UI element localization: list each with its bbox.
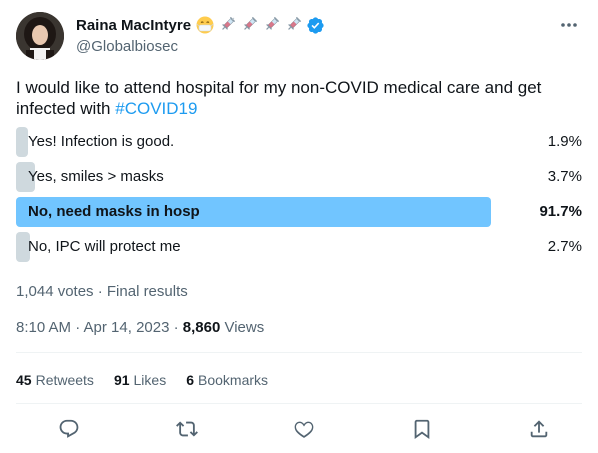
tweet-action-bar	[16, 413, 582, 445]
tweet-body: I would like to attend hospital for my n…	[16, 78, 542, 118]
avatar[interactable]	[16, 12, 64, 60]
bookmarks-stat[interactable]: 6 Bookmarks	[186, 372, 268, 388]
retweets-count: 45	[16, 372, 32, 388]
poll-option-percent: 91.7%	[539, 203, 582, 220]
mask-face-emoji-icon	[195, 15, 215, 35]
more-options-icon[interactable]	[558, 16, 580, 34]
syringe-emoji-icon	[217, 15, 237, 35]
likes-count: 91	[113, 372, 130, 388]
poll-option-percent: 2.7%	[547, 238, 582, 255]
reply-icon	[59, 419, 79, 438]
syringe-emoji-icon	[239, 15, 259, 35]
retweet-icon	[175, 421, 198, 437]
bookmarks-count: 6	[186, 372, 194, 388]
poll-option-label: No, need masks in hosp	[28, 203, 200, 220]
views-label: Views	[220, 319, 265, 336]
tweet-text: I would like to attend hospital for my n…	[16, 77, 582, 119]
divider	[16, 403, 582, 404]
engagement-stats: 45 Retweets 91 Likes 6 Bookmarks	[16, 372, 268, 388]
syringe-emoji-icon	[283, 15, 303, 35]
tweet-header: Raina MacIntyre @Globalbiosec	[16, 12, 582, 62]
poll-option-label: Yes! Infection is good.	[28, 133, 175, 150]
retweets-label: Retweets	[35, 372, 94, 388]
poll-option-label: No, IPC will protect me	[28, 238, 181, 255]
author-handle[interactable]: @Globalbiosec	[76, 38, 325, 55]
hashtag-link[interactable]: #COVID19	[115, 99, 197, 118]
poll-option-label: Yes, smiles > masks	[28, 168, 164, 185]
poll-results-meta: 1,044 votes · Final results	[16, 283, 188, 300]
like-icon	[294, 421, 314, 438]
likes-label: Likes	[133, 372, 167, 388]
bookmark-button[interactable]	[405, 412, 439, 446]
poll: Yes! Infection is good. 1.9% Yes, smiles…	[16, 127, 582, 267]
poll-option-percent: 3.7%	[547, 168, 582, 185]
views-count: 8,860	[182, 319, 221, 336]
tweet-timestamp[interactable]: 8:10 AM · Apr 14, 2023 ·	[16, 319, 183, 336]
bookmark-icon	[414, 419, 429, 440]
tweet-timestamp-row: 8:10 AM · Apr 14, 2023 · 8,860 Views	[16, 319, 264, 336]
reply-button[interactable]	[52, 412, 86, 446]
share-button[interactable]	[522, 412, 556, 446]
likes-stat[interactable]: 91 Likes	[114, 372, 166, 388]
poll-option: No, need masks in hosp 91.7%	[16, 197, 582, 227]
divider	[16, 352, 582, 353]
retweets-stat[interactable]: 45 Retweets	[16, 372, 94, 388]
syringe-emoji-icon	[261, 15, 281, 35]
author-display-name[interactable]: Raina MacIntyre	[76, 17, 191, 34]
poll-option-percent: 1.9%	[547, 133, 582, 150]
bookmarks-label: Bookmarks	[198, 372, 269, 388]
retweet-button[interactable]	[170, 412, 204, 446]
poll-bar	[16, 127, 28, 157]
verified-badge-icon[interactable]	[305, 15, 325, 35]
poll-option: Yes, smiles > masks 3.7%	[16, 162, 582, 192]
share-icon	[530, 420, 548, 438]
poll-option: No, IPC will protect me 2.7%	[16, 232, 582, 262]
poll-option: Yes! Infection is good. 1.9%	[16, 127, 582, 157]
like-button[interactable]	[287, 412, 321, 446]
